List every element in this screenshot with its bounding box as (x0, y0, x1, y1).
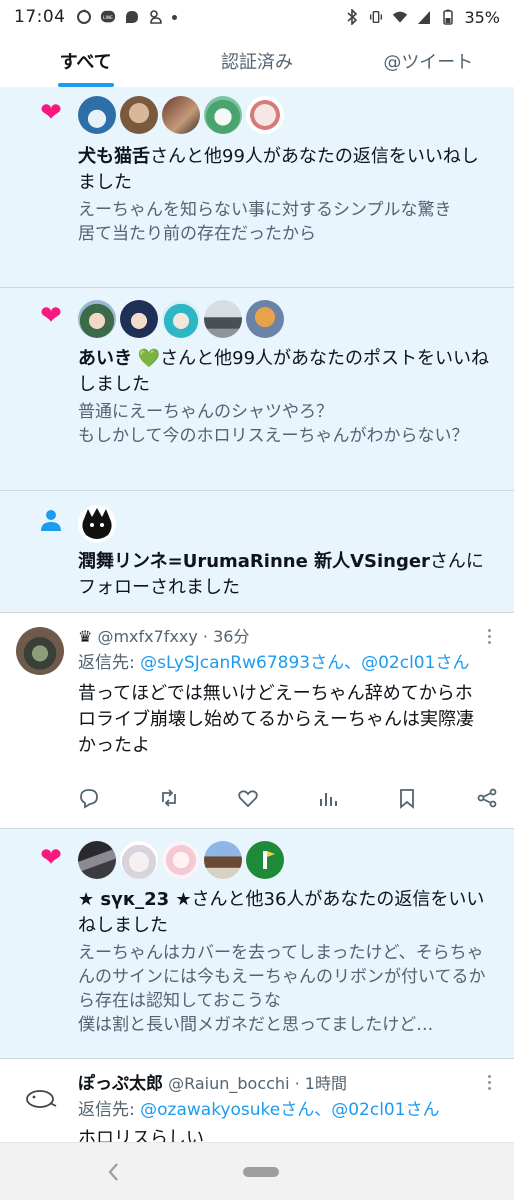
crown-icon: ♛ (78, 627, 93, 646)
svg-text:LINE: LINE (103, 15, 113, 21)
reply-tweet[interactable]: ぽっぷ太郎 @Raiun_bocchi · 1時間 返信先: @ozawakyo… (0, 1059, 514, 1142)
notification-like[interactable]: ❤ あいき 💚さんと他99人があなたのポストをいいねしました 普通にえーちゃんの… (0, 288, 514, 491)
share-icon[interactable] (476, 787, 498, 809)
notification-icon (148, 9, 164, 25)
avatar[interactable] (78, 300, 116, 338)
notification-text: 潤舞リンネ=UrumaRinne 新人VSingerさんにフォローされました (78, 551, 484, 598)
notification-text: あいき 💚さんと他99人があなたのポストをいいねしました (78, 348, 490, 395)
reply-to: 返信先: @sLySJcanRw67893さん、@02cl01さん (78, 653, 470, 673)
tab-all[interactable]: すべて (0, 34, 171, 87)
display-name[interactable]: ぽっぷ太郎 (78, 1074, 163, 1094)
reply-icon[interactable] (78, 787, 100, 809)
bookmark-icon[interactable] (396, 787, 418, 809)
avatar[interactable] (246, 841, 284, 879)
handle[interactable]: @mxfx7fxxy (97, 627, 197, 646)
liked-post-preview[interactable]: 普通にえーちゃんのシャツやろ？ もしかして今のホロリスえーちゃんがわからない？ (78, 400, 490, 448)
signal-icon (416, 9, 432, 25)
tweet-text: 昔ってほどでは無いけどえーちゃん辞めてからホロライブ崩壊し始めてるからえーちゃん… (78, 683, 474, 756)
sync-icon (76, 9, 92, 25)
follower-avatars (78, 505, 116, 543)
liked-post-preview[interactable]: えーちゃんを知らない事に対するシンプルな驚き 居て当たり前の存在だったから (78, 198, 490, 246)
avatar[interactable] (78, 96, 116, 134)
avatar[interactable] (204, 841, 242, 879)
avatar[interactable] (162, 300, 200, 338)
notifications-feed: ❤ 犬も猫舌さんと他99人があなたの返信をいいねしました えーちゃんを知らない事… (0, 88, 514, 1142)
more-options-icon[interactable] (486, 629, 492, 644)
avatar[interactable] (16, 1073, 64, 1121)
actor-name[interactable]: 潤舞リンネ=UrumaRinne 新人VSinger (78, 551, 430, 572)
avatar[interactable] (78, 505, 116, 543)
reply-to: 返信先: @ozawakyosukeさん、@02cl01さん (78, 1100, 440, 1120)
line-app-icon: LINE (100, 9, 116, 25)
repost-icon[interactable] (158, 787, 180, 809)
avatar[interactable] (204, 96, 242, 134)
notification-text: 犬も猫舌さんと他99人があなたの返信をいいねしました (78, 146, 479, 193)
liker-avatars (78, 300, 284, 338)
person-icon (36, 505, 66, 535)
avatar[interactable] (162, 841, 200, 879)
actor-name[interactable]: ★ ѕүк_23 ★ (78, 889, 192, 910)
avatar[interactable] (246, 96, 284, 134)
avatar[interactable] (16, 627, 64, 675)
system-nav-bar (0, 1142, 514, 1200)
heart-icon: ❤ (40, 843, 62, 873)
back-icon[interactable] (104, 1161, 124, 1183)
liker-avatars (78, 96, 284, 134)
more-options-icon[interactable] (486, 1075, 492, 1090)
more-notifications-dot (171, 14, 177, 20)
bluetooth-icon (344, 9, 360, 25)
vibrate-icon (368, 9, 384, 25)
notification-like[interactable]: ❤ 犬も猫舌さんと他99人があなたの返信をいいねしました えーちゃんを知らない事… (0, 88, 514, 288)
actor-name[interactable]: あいき (78, 348, 132, 369)
battery-icon (440, 9, 456, 25)
avatar[interactable] (120, 300, 158, 338)
handle[interactable]: @Raiun_bocchi (168, 1074, 289, 1093)
tab-verified[interactable]: 認証済み (171, 34, 342, 87)
tab-mentions[interactable]: @ツイート (343, 34, 514, 87)
status-bar: 17:04 LINE 35% (0, 0, 514, 34)
avatar[interactable] (78, 841, 116, 879)
notification-text: ★ ѕүк_23 ★さんと他36人があなたの返信をいいねしました (78, 889, 485, 936)
avatar[interactable] (204, 300, 242, 338)
notification-follow[interactable]: 潤舞リンネ=UrumaRinne 新人VSingerさんにフォローされました (0, 491, 514, 613)
reply-to-handles[interactable]: @ozawakyosukeさん、@02cl01さん (140, 1100, 439, 1120)
actor-name[interactable]: 犬も猫舌 (78, 146, 150, 167)
notification-like[interactable]: ❤ ★ ѕүк_23 ★さんと他36人があなたの返信をいいねしました えーちゃん… (0, 829, 514, 1059)
battery-percent: 35% (464, 7, 500, 27)
timestamp: · 1時間 (294, 1074, 347, 1093)
tweet-text: ホロリスらしい (78, 1128, 204, 1142)
tweet-actions (78, 787, 498, 809)
tweet-meta: ぽっぷ太郎 @Raiun_bocchi · 1時間 (78, 1069, 490, 1094)
notifications-tabs: すべて 認証済み @ツイート (0, 34, 514, 88)
heart-icon: ❤ (40, 301, 62, 331)
wifi-icon (392, 9, 408, 25)
timestamp: · 36分 (202, 627, 250, 646)
heart-icon: ❤ (40, 98, 62, 128)
liked-post-preview[interactable]: えーちゃんはカバーを去ってしまったけど、そらちゃんのサインには今もえーちゃんのリ… (78, 941, 490, 1037)
avatar[interactable] (120, 96, 158, 134)
like-icon[interactable] (237, 787, 259, 809)
chat-icon (124, 9, 140, 25)
views-icon[interactable] (317, 787, 339, 809)
liker-avatars (78, 841, 284, 879)
home-handle[interactable] (243, 1167, 279, 1177)
clock: 17:04 (14, 7, 66, 27)
avatar[interactable] (246, 300, 284, 338)
reply-tweet[interactable]: ♛ @mxfx7fxxy · 36分 返信先: @sLySJcanRw67893… (0, 613, 514, 829)
avatar[interactable] (120, 841, 158, 879)
reply-to-handles[interactable]: @sLySJcanRw67893さん、@02cl01さん (140, 653, 469, 673)
green-heart-emoji: 💚 (137, 348, 161, 369)
tweet-meta: ♛ @mxfx7fxxy · 36分 (78, 623, 490, 647)
avatar[interactable] (162, 96, 200, 134)
